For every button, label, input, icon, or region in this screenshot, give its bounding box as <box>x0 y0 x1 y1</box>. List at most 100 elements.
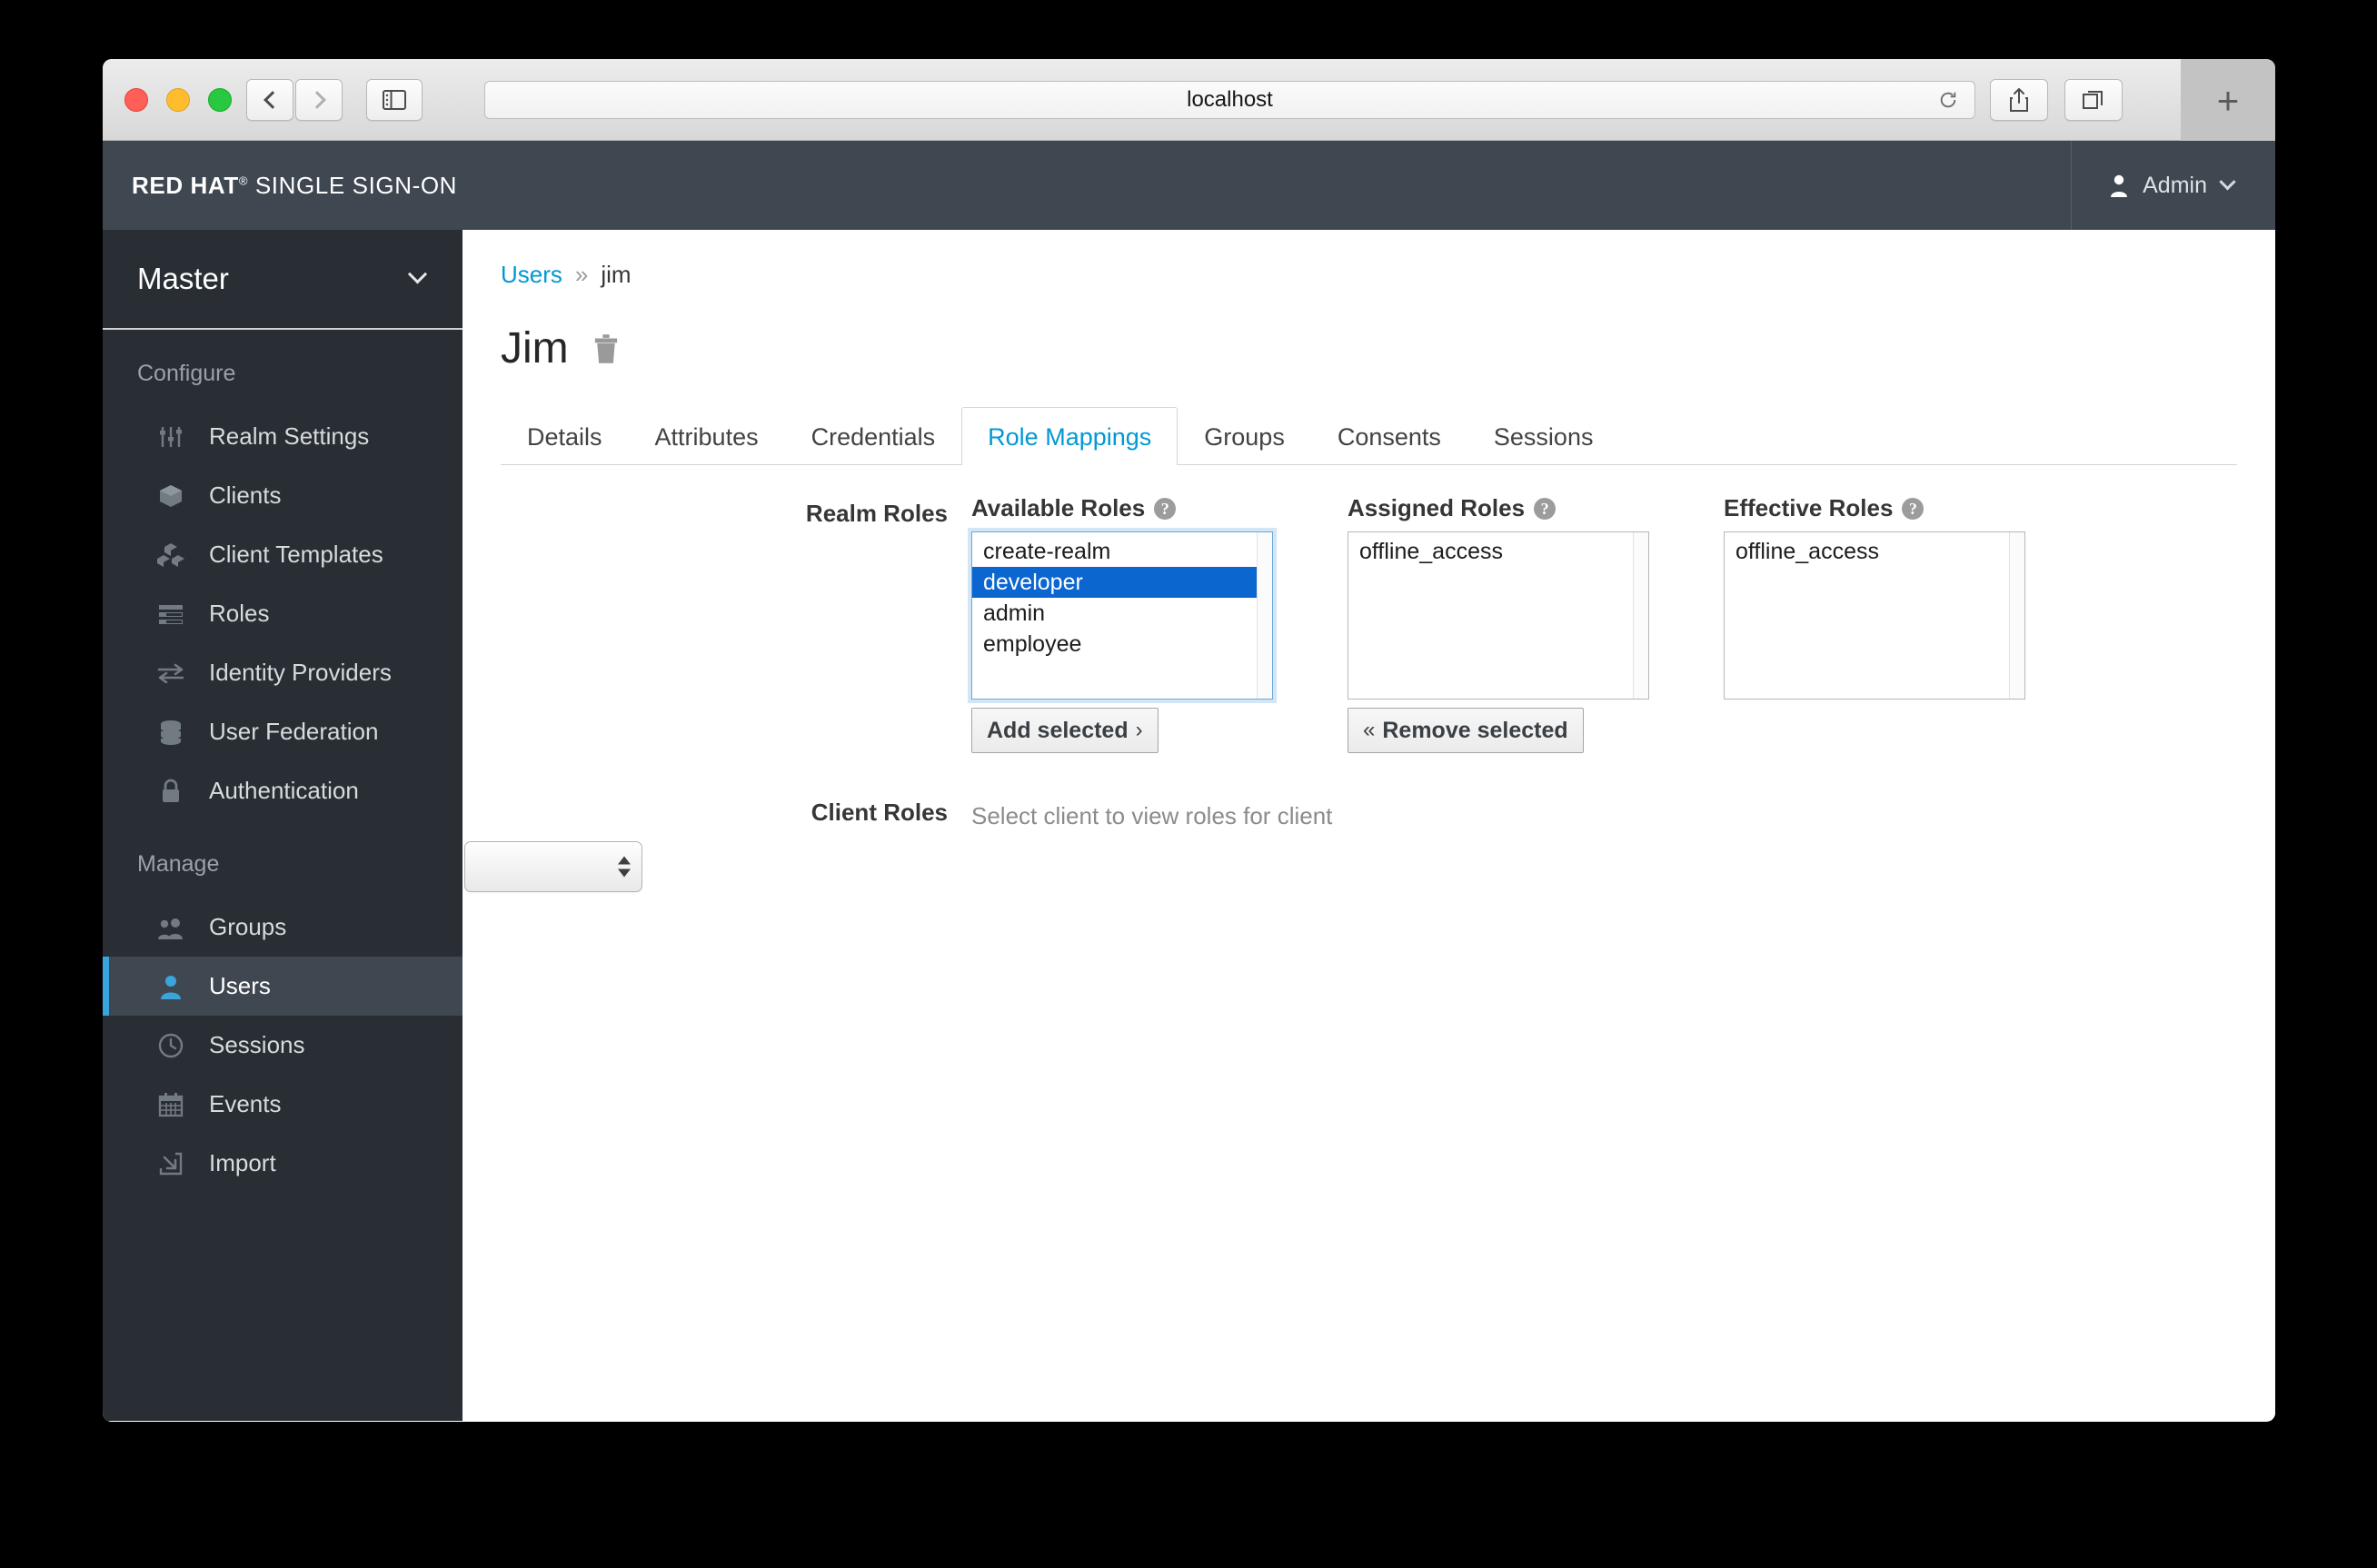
list-item[interactable]: offline_access <box>1348 536 1648 567</box>
sidebar-group-manage: Manage Groups Users Sessions Events Impo… <box>103 820 462 1193</box>
exchange-arrows-icon <box>156 659 185 688</box>
realm-name: Master <box>137 262 229 295</box>
sidebar-item-clients[interactable]: Clients <box>103 466 462 525</box>
sidebar-item-authentication[interactable]: Authentication <box>103 761 462 820</box>
sidebar-item-roles[interactable]: Roles <box>103 584 462 643</box>
tab-role-mappings[interactable]: Role Mappings <box>961 407 1179 465</box>
list-item[interactable]: offline_access <box>1725 536 2024 567</box>
reload-icon[interactable] <box>1938 90 1958 110</box>
sidebar-item-groups[interactable]: Groups <box>103 898 462 957</box>
list-item[interactable]: create-realm <box>972 536 1272 567</box>
forward-button[interactable] <box>295 79 343 121</box>
assigned-roles-label: Assigned Roles <box>1348 494 1526 521</box>
sidebar-item-sessions[interactable]: Sessions <box>103 1016 462 1075</box>
share-button[interactable] <box>1990 79 2048 121</box>
sidebar-item-realm-settings[interactable]: Realm Settings <box>103 407 462 466</box>
available-roles-listbox[interactable]: create-realm developer admin employee <box>971 531 1273 700</box>
chevron-down-icon <box>407 263 428 283</box>
listbox-scrollbar[interactable] <box>2009 532 2024 699</box>
user-icon <box>156 972 185 1001</box>
brand-registered-mark: ® <box>238 173 249 187</box>
database-icon <box>156 718 185 747</box>
address-bar[interactable]: localhost <box>484 81 1975 119</box>
sidebar-item-label: Import <box>209 1149 276 1176</box>
question-circle-icon[interactable]: ? <box>1154 497 1177 520</box>
sidebar-toggle-icon <box>383 90 406 110</box>
sidebar-item-events[interactable]: Events <box>103 1075 462 1134</box>
app-body: Master Configure Realm Settings Clients … <box>103 230 2275 1421</box>
show-tabs-button[interactable] <box>2064 79 2123 121</box>
sidebar-item-label: Authentication <box>209 777 359 804</box>
tab-consents[interactable]: Consents <box>1311 407 1467 465</box>
breadcrumb-users-link[interactable]: Users <box>501 261 562 289</box>
realm-selector[interactable]: Master <box>103 230 462 330</box>
sidebar-group-title: Configure <box>137 361 236 386</box>
triangle-up-icon <box>618 856 631 865</box>
sidebar-item-identity-providers[interactable]: Identity Providers <box>103 643 462 702</box>
minimize-window-button[interactable] <box>166 88 190 112</box>
remove-selected-label: Remove selected <box>1382 717 1568 743</box>
breadcrumb-current: jim <box>601 261 632 288</box>
question-circle-icon[interactable]: ? <box>1902 497 1924 520</box>
available-roles-column: Available Roles ? create-realm developer… <box>971 494 1273 753</box>
list-item[interactable]: admin <box>972 598 1272 629</box>
clock-icon <box>156 1031 185 1060</box>
sidebar-item-label: Roles <box>209 600 270 627</box>
sidebar-item-label: Client Templates <box>209 541 383 568</box>
effective-roles-column: Effective Roles ? offline_access <box>1724 494 2025 700</box>
cubes-icon <box>156 541 185 570</box>
close-window-button[interactable] <box>124 88 148 112</box>
tab-credentials[interactable]: Credentials <box>785 407 962 465</box>
listbox-scrollbar[interactable] <box>1257 532 1272 699</box>
client-roles-label-wrap: Client Roles <box>462 799 971 892</box>
lock-icon <box>156 777 185 806</box>
users-group-icon <box>156 913 185 942</box>
listbox-scrollbar[interactable] <box>1633 532 1648 699</box>
sidebar-toggle-button[interactable] <box>366 79 423 121</box>
effective-roles-listbox[interactable]: offline_access <box>1724 531 2025 700</box>
tab-attributes[interactable]: Attributes <box>629 407 785 465</box>
question-circle-icon[interactable]: ? <box>1534 497 1556 520</box>
role-mappings-form: Realm Roles Available Roles ? create-rea… <box>462 494 2275 892</box>
brand-bold: RED HAT <box>132 171 239 199</box>
sidebar-item-users[interactable]: Users <box>103 957 462 1016</box>
brand-logo[interactable]: RED HAT® SINGLE SIGN-ON <box>132 172 457 200</box>
stepper-arrows-icon <box>618 856 631 878</box>
back-button[interactable] <box>246 79 293 121</box>
browser-window: localhost + RED HAT® SINGLE SIGN-ON Admi… <box>103 59 2275 1422</box>
list-item[interactable]: developer <box>972 567 1272 598</box>
realm-roles-row: Realm Roles Available Roles ? create-rea… <box>462 494 2275 753</box>
page-title-row: Jim <box>462 327 2275 371</box>
remove-selected-button[interactable]: « Remove selected <box>1348 708 1584 753</box>
new-tab-button[interactable]: + <box>2181 59 2275 142</box>
breadcrumb: Users » jim <box>462 261 2275 289</box>
available-roles-heading: Available Roles ? <box>971 494 1273 522</box>
list-item[interactable]: employee <box>972 629 1272 660</box>
add-selected-button[interactable]: Add selected › <box>971 708 1159 753</box>
breadcrumb-separator-icon: » <box>574 261 589 288</box>
sidebar: Master Configure Realm Settings Clients … <box>103 230 462 1421</box>
sidebar-item-label: Identity Providers <box>209 659 392 686</box>
maximize-window-button[interactable] <box>208 88 232 112</box>
url-text: localhost <box>1187 87 1273 112</box>
sliders-icon <box>156 422 185 452</box>
list-bars-icon <box>156 600 185 629</box>
sidebar-item-client-templates[interactable]: Client Templates <box>103 525 462 584</box>
sidebar-item-user-federation[interactable]: User Federation <box>103 702 462 761</box>
client-select[interactable] <box>464 841 642 892</box>
trash-icon[interactable] <box>592 333 620 364</box>
tab-sessions[interactable]: Sessions <box>1467 407 1620 465</box>
show-tabs-icon <box>2083 91 2103 109</box>
assigned-roles-column: Assigned Roles ? offline_access « Remove… <box>1348 494 1649 753</box>
assigned-roles-listbox[interactable]: offline_access <box>1348 531 1649 700</box>
browser-toolbar: localhost + <box>103 59 2275 142</box>
client-roles-label: Client Roles <box>811 799 948 826</box>
user-menu[interactable]: Admin <box>2071 141 2275 230</box>
assigned-roles-heading: Assigned Roles ? <box>1348 494 1649 522</box>
client-roles-hint: Select client to view roles for client <box>971 802 1333 829</box>
tab-details[interactable]: Details <box>501 407 629 465</box>
page-title: Jim <box>501 324 569 372</box>
tab-groups[interactable]: Groups <box>1178 407 1311 465</box>
sidebar-item-import[interactable]: Import <box>103 1134 462 1193</box>
app-header: RED HAT® SINGLE SIGN-ON Admin <box>103 141 2275 230</box>
